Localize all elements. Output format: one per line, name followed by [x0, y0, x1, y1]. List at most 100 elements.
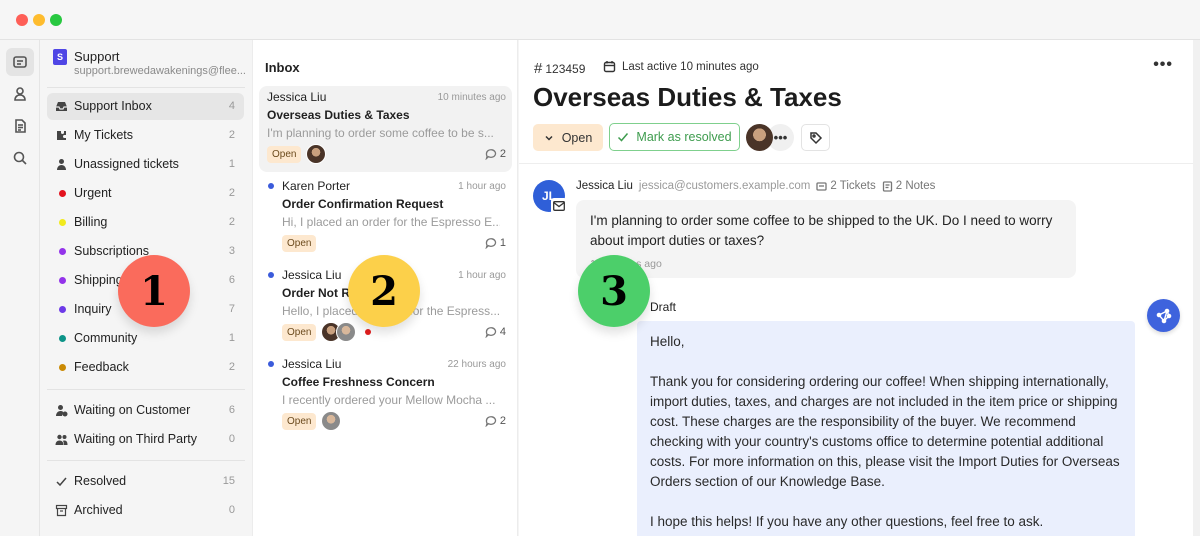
sidebar-item-label: Urgent — [74, 186, 112, 200]
customer-message: I'm planning to order some coffee to be … — [576, 200, 1076, 278]
sidebar-item-count: 2 — [228, 187, 235, 199]
conversation-time: 1 hour ago — [458, 181, 506, 192]
tag-icon — [809, 131, 822, 144]
rail-docs-button[interactable] — [6, 112, 34, 140]
conversation-sender: Jessica Liu — [282, 357, 342, 371]
comment-icon — [485, 149, 496, 160]
sidebar-item-count: 0 — [228, 433, 235, 445]
customer-notes-link[interactable]: 2 Notes — [882, 180, 936, 192]
divider — [47, 389, 245, 390]
tag-color-dot — [59, 248, 66, 255]
inbox-icon — [13, 56, 27, 68]
annotation-marker-1: 1 — [118, 255, 190, 327]
sidebar-item-count: 6 — [228, 274, 235, 286]
window-zoom-button[interactable] — [50, 14, 62, 26]
customer-name[interactable]: Jessica Liu — [576, 180, 633, 192]
mail-icon — [553, 201, 565, 211]
sidebar-item-community[interactable]: Community 1 — [47, 325, 244, 352]
rail-contacts-button[interactable] — [6, 80, 34, 108]
sidebar-item-support-inbox[interactable]: Support Inbox 4 — [47, 93, 244, 120]
scrollbar[interactable] — [1193, 40, 1200, 536]
sidebar-item-waiting-on-third-party[interactable]: Waiting on Third Party 0 — [47, 426, 244, 453]
customer-tickets-link[interactable]: 2 Tickets — [816, 180, 876, 192]
sidebar-item-resolved[interactable]: Resolved 15 — [47, 468, 244, 495]
sidebar-item-count: 0 — [228, 504, 235, 516]
conversation-subject: Overseas Duties & Taxes — [267, 108, 410, 122]
sidebar-item-my-tickets[interactable]: My Tickets 2 — [47, 122, 244, 149]
conversation-time: 1 hour ago — [458, 270, 506, 281]
window-close-button[interactable] — [16, 14, 28, 26]
annotation-marker-3: 3 — [578, 255, 650, 327]
sidebar-item-label: Community — [74, 331, 138, 345]
alert-dot — [365, 329, 372, 335]
conversation-footer: Open — [282, 411, 342, 431]
ticket-icon — [816, 181, 827, 191]
window-minimize-button[interactable] — [33, 14, 45, 26]
conversation-sender: Jessica Liu — [267, 90, 327, 104]
ai-assist-button[interactable] — [1147, 299, 1180, 332]
user-icon — [55, 158, 68, 171]
ticket-title: Overseas Duties & Taxes — [533, 82, 842, 112]
conversation-item[interactable]: Jessica Liu 22 hours ago Coffee Freshnes… — [259, 353, 512, 439]
inbox-title: Inbox — [265, 60, 300, 75]
tag-color-dot — [59, 190, 66, 197]
assignee-avatar — [336, 322, 357, 342]
conversation-footer: Open — [282, 233, 317, 253]
status-badge: Open — [267, 145, 302, 163]
account-switcher[interactable]: S Support support.brewedawakenings@flee.… — [53, 49, 246, 85]
sidebar-item-count: 2 — [228, 129, 235, 141]
conversation-time: 10 minutes ago — [437, 92, 506, 103]
conversation-subject: Coffee Freshness Concern — [282, 375, 435, 389]
sidebar-item-archived[interactable]: Archived 0 — [47, 497, 244, 524]
comment-count: 2 — [485, 415, 506, 427]
conversation-snippet: I recently ordered your Mellow Mocha ... — [282, 393, 496, 407]
status-badge: Open — [282, 234, 317, 252]
conversation-snippet: I'm planning to order some coffee to be … — [267, 126, 494, 140]
unread-indicator — [268, 272, 274, 278]
customer-notes-count: 2 Notes — [895, 180, 936, 192]
draft-reply-editor[interactable]: Hello, Thank you for considering orderin… — [637, 321, 1135, 536]
conversation-time: 22 hours ago — [447, 359, 506, 370]
comment-count-value: 4 — [499, 326, 506, 338]
assignee-avatar[interactable] — [746, 124, 773, 151]
add-tag-button[interactable] — [801, 124, 830, 151]
sidebar-item-count: 4 — [228, 100, 235, 112]
ticket-id-value: 123459 — [545, 61, 586, 76]
conversation-item[interactable]: Karen Porter 1 hour ago Order Confirmati… — [259, 175, 512, 261]
mark-resolved-button[interactable]: Mark as resolved — [609, 123, 740, 151]
draft-reply-text[interactable]: Hello, Thank you for considering orderin… — [650, 332, 1125, 532]
status-dropdown[interactable]: Open — [533, 124, 603, 151]
archive-icon — [55, 504, 68, 517]
sidebar-item-unassigned-tickets[interactable]: Unassigned tickets 1 — [47, 151, 244, 178]
sidebar-item-count: 6 — [228, 404, 235, 416]
divider — [47, 87, 245, 88]
docs-icon — [15, 119, 26, 133]
rail-inbox-button[interactable] — [6, 48, 34, 76]
conversation-subject: Order Confirmation Request — [282, 197, 444, 211]
assignee-avatar — [306, 144, 327, 164]
customer-tickets-count: 2 Tickets — [830, 180, 876, 192]
tag-color-dot — [59, 219, 66, 226]
tag-color-dot — [59, 364, 66, 371]
assignee-avatar — [321, 411, 342, 431]
last-active: Last active 10 minutes ago — [603, 60, 759, 73]
ticket-more-button[interactable]: ••• — [1153, 56, 1173, 74]
account-name: Support — [74, 49, 120, 64]
sidebar-item-billing[interactable]: Billing 2 — [47, 209, 244, 236]
rail-search-button[interactable] — [6, 144, 34, 172]
sidebar-item-feedback[interactable]: Feedback 2 — [47, 354, 244, 381]
search-icon — [13, 151, 27, 165]
message-body: I'm planning to order some coffee to be … — [590, 213, 1053, 248]
sidebar-item-label: Billing — [74, 215, 108, 229]
message-meta: Jessica Liu jessica@customers.example.co… — [576, 180, 935, 192]
ticket-header: # 123459 Last active 10 minutes ago ••• … — [519, 40, 1193, 164]
sidebar-item-count: 15 — [222, 475, 235, 487]
network-icon — [1156, 308, 1171, 323]
conversation-sender: Karen Porter — [282, 179, 351, 193]
sidebar-item-urgent[interactable]: Urgent 2 — [47, 180, 244, 207]
sidebar-item-waiting-on-customer[interactable]: Waiting on Customer 6 — [47, 397, 244, 424]
comment-icon — [485, 416, 496, 427]
conversation-item[interactable]: Jessica Liu 10 minutes ago Overseas Duti… — [259, 86, 512, 172]
draft-label: Draft — [650, 300, 677, 314]
last-active-text: Last active 10 minutes ago — [622, 60, 759, 73]
